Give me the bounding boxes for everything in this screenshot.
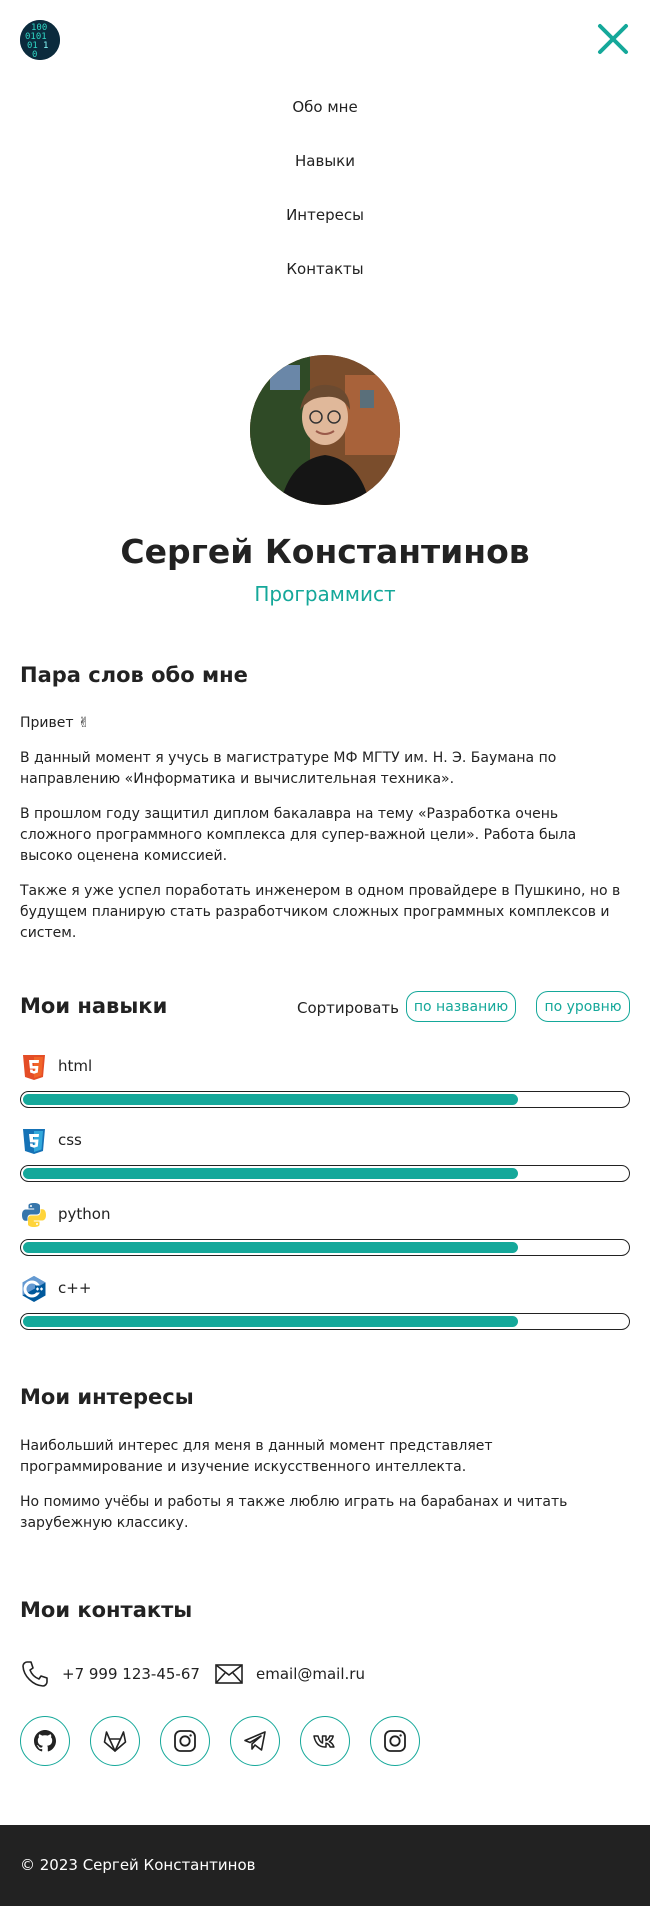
- sort-by-name-button[interactable]: по названию: [406, 991, 516, 1022]
- python-icon: [20, 1201, 48, 1229]
- skills-title: Мои навыки: [20, 994, 168, 1018]
- skills-section: Мои навыки Сортировать по названию по ур…: [20, 990, 630, 1330]
- skill-progress-fill: [23, 1094, 519, 1105]
- social-links: [20, 1716, 630, 1766]
- skill-progress-bar: [20, 1313, 630, 1330]
- avatar: [250, 355, 400, 505]
- email-address: email@mail.ru: [256, 1665, 365, 1683]
- skill-progress-fill: [23, 1168, 519, 1179]
- svg-text:1: 1: [43, 41, 48, 51]
- binary-code-icon[interactable]: 100 0101 01 1 0: [20, 20, 60, 60]
- interests-paragraph: Но помимо учёбы и работы я также люблю и…: [20, 1494, 568, 1531]
- instagram-icon[interactable]: [370, 1716, 420, 1766]
- phone-icon: [22, 1661, 48, 1687]
- about-paragraph: В данный момент я учусь в магистратуре М…: [20, 750, 557, 787]
- skill-label: html: [58, 1057, 93, 1075]
- profile-name: Сергей Константинов: [120, 532, 530, 571]
- vk-icon[interactable]: [300, 1716, 350, 1766]
- about-paragraph: В прошлом году защитил диплом бакалавра …: [20, 806, 577, 864]
- skill-progress-bar: [20, 1165, 630, 1182]
- about-section: Пара слов обо мне Привет ✌ В данный моме…: [20, 663, 630, 958]
- skill-label: css: [58, 1131, 82, 1149]
- skill-label: c++: [58, 1279, 92, 1297]
- skill-item: c++: [20, 1275, 630, 1339]
- html5-icon: [20, 1053, 48, 1081]
- gitlab-icon[interactable]: [90, 1716, 140, 1766]
- contacts-section: Мои контакты +7 999 123-45-67 email@mail…: [20, 1598, 630, 1766]
- profile-role: Программист: [254, 582, 396, 606]
- interests-paragraph: Наибольший интерес для меня в данный мом…: [20, 1438, 493, 1475]
- skill-item: css: [20, 1127, 630, 1191]
- css3-icon: [20, 1127, 48, 1155]
- nav-item-contacts[interactable]: Контакты: [0, 242, 650, 296]
- phone-number: +7 999 123-45-67: [62, 1665, 200, 1683]
- skills-header: Мои навыки Сортировать по названию по ур…: [20, 990, 630, 1024]
- skill-label: python: [58, 1205, 111, 1223]
- skill-item: html: [20, 1053, 630, 1117]
- contact-row: +7 999 123-45-67 email@mail.ru: [20, 1644, 630, 1704]
- svg-text:0: 0: [32, 50, 37, 60]
- footer-copyright: © 2023 Сергей Константинов: [20, 1856, 256, 1874]
- footer: © 2023 Сергей Константинов: [0, 1825, 650, 1906]
- mail-icon: [215, 1664, 243, 1684]
- interests-title: Мои интересы: [20, 1385, 194, 1409]
- about-title: Пара слов обо мне: [20, 663, 248, 687]
- sort-by-level-button[interactable]: по уровню: [536, 991, 630, 1022]
- interests-section: Мои интересы Наибольший интерес для меня…: [20, 1385, 630, 1548]
- instagram-icon[interactable]: [160, 1716, 210, 1766]
- nav-item-skills[interactable]: Навыки: [0, 134, 650, 188]
- phone-contact[interactable]: +7 999 123-45-67: [20, 1659, 200, 1689]
- nav-item-interests[interactable]: Интересы: [0, 188, 650, 242]
- contacts-title: Мои контакты: [20, 1598, 193, 1622]
- about-paragraph: Также я уже успел поработать инженером в…: [20, 883, 621, 941]
- email-contact[interactable]: email@mail.ru: [214, 1659, 365, 1689]
- skill-progress-fill: [23, 1242, 519, 1253]
- telegram-icon[interactable]: [230, 1716, 280, 1766]
- skill-progress-bar: [20, 1091, 630, 1108]
- nav-item-about[interactable]: Обо мне: [0, 80, 650, 134]
- sort-label: Сортировать: [297, 999, 399, 1017]
- github-icon[interactable]: [20, 1716, 70, 1766]
- cpp-icon: [20, 1275, 48, 1303]
- header: 100 0101 01 1 0: [0, 0, 650, 80]
- main-nav: Обо мне Навыки Интересы Контакты: [0, 80, 650, 296]
- about-paragraph: Привет ✌: [20, 715, 90, 731]
- close-icon[interactable]: [596, 22, 630, 56]
- skill-progress-bar: [20, 1239, 630, 1256]
- skill-item: python: [20, 1201, 630, 1265]
- skill-progress-fill: [23, 1316, 519, 1327]
